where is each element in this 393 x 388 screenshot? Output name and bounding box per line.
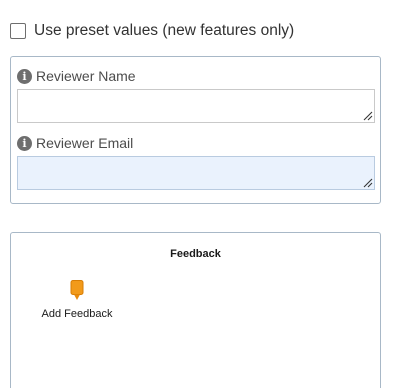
reviewer-email-field: i Reviewer Email [17,134,375,190]
feedback-panel: Feedback Add Feedback [10,232,381,388]
add-feedback-button[interactable]: Add Feedback [33,280,121,320]
reviewer-name-input[interactable] [17,89,375,123]
reviewer-name-label-row: i Reviewer Name [17,67,375,85]
map-pin-icon [70,280,84,300]
info-icon[interactable]: i [17,68,32,84]
reviewer-email-label-row: i Reviewer Email [17,134,375,152]
reviewer-email-input[interactable] [17,156,375,190]
feedback-title: Feedback [170,248,221,260]
resize-handle-icon[interactable] [363,111,373,121]
feature-attributes-form: Use preset values (new features only) i … [0,0,393,388]
resize-handle-icon[interactable] [363,178,373,188]
info-icon[interactable]: i [17,135,32,151]
reviewer-email-label: Reviewer Email [36,135,134,151]
preset-values-label: Use preset values (new features only) [34,22,295,39]
reviewer-email-input-wrap [17,156,375,190]
preset-values-checkbox[interactable] [10,23,26,39]
preset-values-option[interactable]: Use preset values (new features only) [10,21,294,41]
attributes-panel: i Reviewer Name i Reviewer Email [10,56,381,204]
reviewer-name-label: Reviewer Name [36,68,136,84]
add-feedback-label: Add Feedback [41,308,113,320]
reviewer-name-input-wrap [17,89,375,123]
reviewer-name-field: i Reviewer Name [17,67,375,123]
